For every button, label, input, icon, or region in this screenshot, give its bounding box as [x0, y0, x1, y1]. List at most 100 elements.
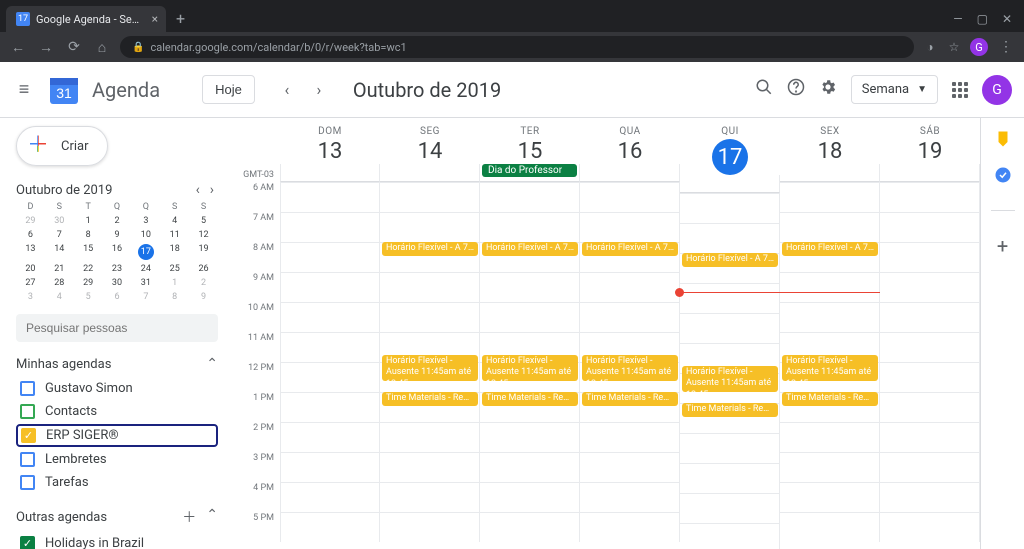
time-slot[interactable] — [680, 193, 780, 223]
allday-cell[interactable]: Dia do Professor — [480, 164, 580, 182]
time-slot[interactable] — [480, 452, 580, 482]
day-header[interactable]: SEG14 — [380, 118, 480, 164]
mini-day[interactable]: 23 — [103, 264, 132, 274]
main-menu-icon[interactable]: ≡ — [12, 79, 36, 100]
mini-day[interactable]: 31 — [131, 278, 160, 288]
allday-cell[interactable] — [580, 164, 680, 182]
forward-icon[interactable]: → — [36, 39, 56, 56]
calendar-event[interactable]: Horário Flexível - Ausente 11:45am até 1… — [482, 355, 578, 381]
day-header[interactable]: QUI17 — [680, 118, 780, 175]
add-addon-icon[interactable]: + — [994, 237, 1012, 255]
allday-cell[interactable] — [680, 175, 780, 193]
calendar-checkbox[interactable] — [20, 452, 35, 467]
time-slot[interactable] — [280, 482, 380, 512]
mini-day[interactable]: 4 — [45, 292, 74, 302]
time-slot[interactable] — [280, 272, 380, 302]
time-slot[interactable] — [680, 523, 780, 549]
calendar-event[interactable]: Horário Flexível - Ausente 11:45am até 1… — [382, 355, 478, 381]
time-slot[interactable] — [280, 452, 380, 482]
mini-day[interactable]: 6 — [16, 230, 45, 240]
mini-day[interactable]: 4 — [160, 216, 189, 226]
time-slot[interactable] — [480, 272, 580, 302]
mini-day[interactable]: 25 — [160, 264, 189, 274]
time-slot[interactable] — [280, 362, 380, 392]
time-slot[interactable] — [280, 242, 380, 272]
mini-day[interactable]: 3 — [131, 216, 160, 226]
time-slot[interactable] — [880, 212, 980, 242]
window-minimize-icon[interactable]: ― — [953, 12, 962, 26]
mini-day[interactable]: 14 — [45, 244, 74, 260]
time-slot[interactable] — [780, 272, 880, 302]
mini-day[interactable]: 12 — [189, 230, 218, 240]
mini-day[interactable]: 22 — [74, 264, 103, 274]
reload-icon[interactable]: ⟳ — [64, 39, 84, 55]
calendar-item[interactable]: Tarefas — [16, 472, 218, 493]
mini-day[interactable]: 7 — [45, 230, 74, 240]
time-slot[interactable] — [780, 302, 880, 332]
calendar-checkbox[interactable] — [20, 475, 35, 490]
time-slot[interactable] — [480, 482, 580, 512]
calendar-checkbox[interactable] — [20, 381, 35, 396]
mini-day[interactable]: 28 — [45, 278, 74, 288]
time-slot[interactable] — [480, 512, 580, 542]
calendar-item[interactable]: ✓Holidays in Brazil — [16, 533, 218, 549]
time-slot[interactable] — [480, 182, 580, 212]
time-slot[interactable] — [780, 182, 880, 212]
mini-day[interactable]: 8 — [74, 230, 103, 240]
mini-day[interactable]: 5 — [74, 292, 103, 302]
mini-day[interactable]: 1 — [160, 278, 189, 288]
day-header[interactable]: DOM13 — [280, 118, 380, 164]
time-slot[interactable] — [280, 182, 380, 212]
mini-day[interactable]: 8 — [160, 292, 189, 302]
time-slot[interactable] — [880, 422, 980, 452]
new-tab-button[interactable]: + — [166, 5, 195, 32]
browser-tab[interactable]: 17 Google Agenda - Semana de 13 × — [6, 6, 166, 32]
time-slot[interactable] — [880, 302, 980, 332]
bookmark-icon[interactable]: ☆ — [946, 39, 962, 55]
time-slot[interactable] — [380, 182, 480, 212]
time-slot[interactable] — [580, 482, 680, 512]
time-slot[interactable] — [580, 302, 680, 332]
time-slot[interactable] — [680, 283, 780, 313]
calendar-event[interactable]: Time Materials - Reu, 1pm — [782, 392, 878, 406]
mini-day[interactable]: 5 — [189, 216, 218, 226]
mini-day[interactable]: 24 — [131, 264, 160, 274]
time-slot[interactable] — [680, 463, 780, 493]
allday-cell[interactable] — [380, 164, 480, 182]
allday-cell[interactable] — [280, 164, 380, 182]
calendar-event[interactable]: Time Materials - Reu, 1pm — [582, 392, 678, 406]
settings-icon[interactable] — [819, 78, 837, 101]
calendar-event[interactable]: Time Materials - Reu, 1pm — [482, 392, 578, 406]
calendar-event[interactable]: Horário Flexível - Ausente 11:45am até 1… — [782, 355, 878, 381]
calendar-item[interactable]: Contacts — [16, 401, 218, 422]
add-calendar-icon[interactable]: ＋ — [182, 507, 196, 527]
day-header[interactable]: QUA16 — [580, 118, 680, 164]
time-slot[interactable] — [380, 272, 480, 302]
calendar-checkbox[interactable] — [20, 404, 35, 419]
window-maximize-icon[interactable]: ▢ — [977, 12, 988, 26]
mini-calendar[interactable]: DSTQQSS293012345678910111213141516171819… — [16, 202, 218, 302]
home-icon[interactable]: ⌂ — [92, 39, 112, 56]
time-slot[interactable] — [680, 313, 780, 343]
mini-day[interactable]: 9 — [103, 230, 132, 240]
time-slot[interactable] — [380, 212, 480, 242]
mini-day[interactable]: 30 — [103, 278, 132, 288]
time-slot[interactable] — [880, 272, 980, 302]
mini-day[interactable]: 20 — [16, 264, 45, 274]
mini-day[interactable]: 21 — [45, 264, 74, 274]
time-slot[interactable] — [280, 332, 380, 362]
day-header[interactable]: SÁB19 — [880, 118, 980, 164]
mini-day[interactable]: 29 — [16, 216, 45, 226]
time-slot[interactable] — [480, 302, 580, 332]
mini-day[interactable]: 10 — [131, 230, 160, 240]
mini-day[interactable]: 2 — [103, 216, 132, 226]
time-slot[interactable] — [580, 422, 680, 452]
calendar-event[interactable]: Horário Flexível - A 7:45am — [782, 242, 878, 256]
time-slot[interactable] — [280, 212, 380, 242]
time-slot[interactable] — [780, 422, 880, 452]
allday-cell[interactable] — [780, 164, 880, 182]
time-slot[interactable] — [580, 272, 680, 302]
time-slot[interactable] — [380, 452, 480, 482]
allday-cell[interactable] — [880, 164, 980, 182]
address-bar[interactable]: 🔒 calendar.google.com/calendar/b/0/r/wee… — [120, 36, 914, 58]
